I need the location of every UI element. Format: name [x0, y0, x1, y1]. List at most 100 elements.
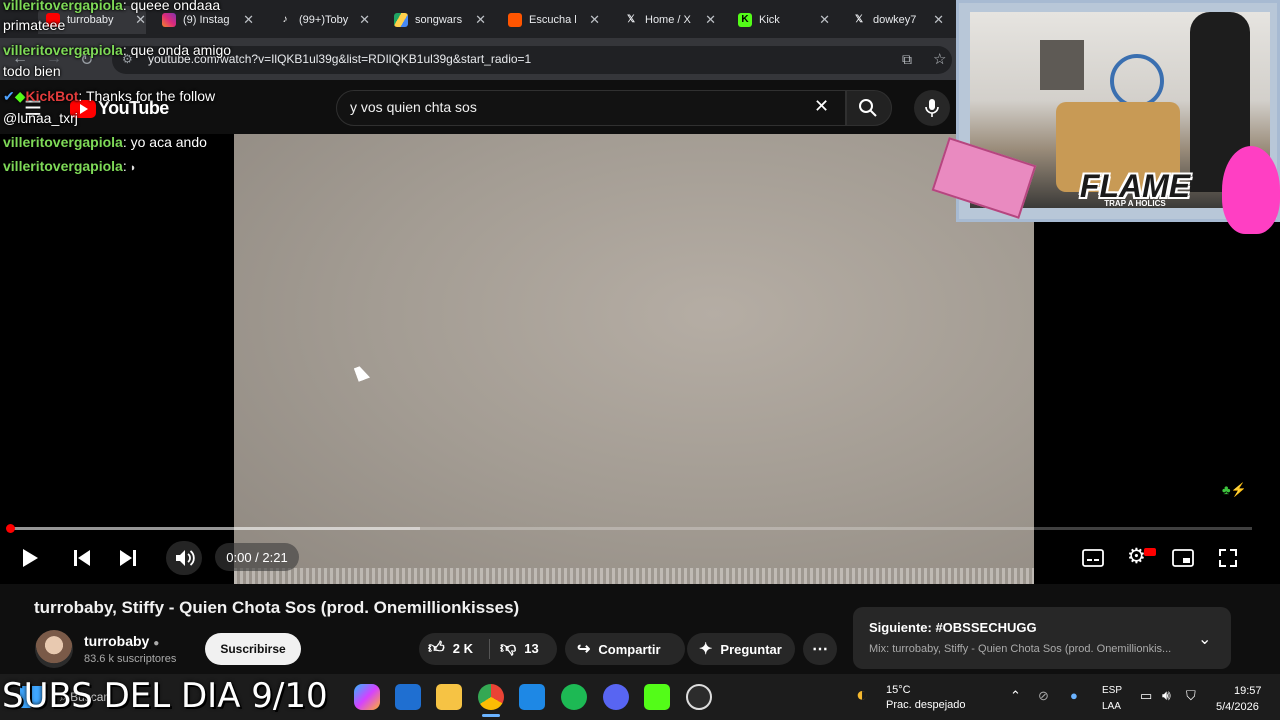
- subscribe-button[interactable]: Suscribirse: [205, 633, 301, 665]
- active-app-indicator: [482, 714, 500, 717]
- buddha-sticker: [1222, 146, 1280, 234]
- close-icon[interactable]: ✕: [359, 12, 370, 28]
- tab-songwars[interactable]: songwars ✕: [394, 6, 486, 34]
- chat-line: @lunaa_txrj: [3, 110, 78, 126]
- copilot-icon[interactable]: [354, 684, 380, 710]
- progress-bar[interactable]: [10, 527, 1252, 530]
- chat-message: : yo aca ando: [122, 134, 207, 150]
- share-label: Compartir: [598, 641, 661, 657]
- network-off-icon[interactable]: ⊘: [1038, 688, 1049, 704]
- battery-shield-icon[interactable]: ⛉: [1186, 688, 1196, 704]
- weather-icon[interactable]: ◐: [856, 684, 868, 707]
- chat-message: @lunaa_txrj: [3, 110, 78, 126]
- kick-app-icon[interactable]: [644, 684, 670, 710]
- tab-label: Home / X: [645, 14, 691, 26]
- outlook-icon[interactable]: [395, 684, 421, 710]
- next-icon[interactable]: [118, 549, 138, 567]
- flame-subtext: TRAP A HOLICS: [1104, 199, 1166, 208]
- chevron-up-icon[interactable]: ⌃: [1010, 688, 1021, 704]
- more-actions-button[interactable]: ⋯: [803, 633, 837, 665]
- settings-icon[interactable]: ⚙: [1127, 544, 1146, 569]
- file-explorer-icon[interactable]: [436, 684, 462, 710]
- tiktok-icon: ♪: [282, 14, 288, 25]
- search-value: y vos quien chta sos: [350, 99, 477, 115]
- tab-label: Escucha l: [529, 14, 577, 26]
- drive-icon: [394, 13, 408, 27]
- tab-soundcloud[interactable]: Escucha l ✕: [508, 6, 600, 34]
- chat-user: villeritovergapiola: [3, 134, 123, 150]
- x-icon: 𝕏: [854, 14, 864, 25]
- verified-icon: ●: [153, 638, 160, 649]
- miniplayer-icon[interactable]: [1172, 549, 1194, 567]
- ask-label: Preguntar: [720, 641, 782, 657]
- buffered-bar: [10, 527, 420, 530]
- fan-shape: [1110, 54, 1164, 108]
- dislike-button[interactable]: 👎︎ 13: [500, 639, 539, 658]
- chat-line: primateee: [3, 17, 65, 33]
- speaker-icon[interactable]: 🔊︎: [1162, 687, 1171, 704]
- chat-line: ✔◆KickBot: Thanks for the follow: [3, 88, 215, 105]
- close-icon[interactable]: ✕: [243, 12, 254, 28]
- tab-label: (99+)Toby: [299, 14, 349, 26]
- video-title: turrobaby, Stiffy - Quien Chota Sos (pro…: [34, 598, 520, 617]
- tab-kick[interactable]: K Kick ✕: [738, 6, 830, 34]
- bookmark-star-icon[interactable]: ☆: [933, 50, 946, 68]
- verified-badge-icon: ✔: [3, 88, 15, 104]
- poster-shape: [1040, 40, 1084, 90]
- channel-name[interactable]: turrobaby ●: [84, 633, 159, 649]
- scrubber-handle[interactable]: [6, 524, 15, 533]
- soundcloud-icon: [508, 13, 522, 27]
- keyboard-layout[interactable]: LAA: [1102, 701, 1121, 712]
- next-up-card[interactable]: [853, 607, 1231, 669]
- video-frame[interactable]: [234, 134, 1034, 584]
- close-icon[interactable]: ✕: [589, 12, 600, 28]
- flame-logo: FLAME TRAP A HOLICS: [1030, 168, 1240, 208]
- share-button[interactable]: ↪ Compartir: [565, 633, 685, 665]
- obs-icon[interactable]: [686, 684, 712, 710]
- chat-message: primateee: [3, 17, 66, 33]
- mic-icon: [925, 99, 939, 117]
- mic-tray-icon[interactable]: ●: [1070, 688, 1078, 703]
- ask-button[interactable]: ✦ Preguntar: [687, 633, 795, 665]
- channel-avatar[interactable]: [35, 630, 73, 668]
- chat-message: todo bien: [3, 63, 61, 79]
- chat-user: villeritovergapiola: [3, 158, 123, 174]
- thumbs-up-icon: 👍︎: [428, 640, 445, 657]
- tab-x-home[interactable]: 𝕏 Home / X ✕: [624, 6, 716, 34]
- subtitles-icon[interactable]: [1082, 549, 1104, 567]
- play-icon[interactable]: [20, 547, 40, 569]
- microsoft-store-icon[interactable]: [519, 684, 545, 710]
- clear-search-icon[interactable]: ✕: [814, 96, 829, 117]
- next-subtitle: Mix: turrobaby, Stiffy - Quien Chota Sos…: [869, 643, 1172, 655]
- clock-time[interactable]: 19:57: [1234, 685, 1262, 697]
- chevron-down-icon[interactable]: ⌄: [1198, 629, 1211, 649]
- like-count: 2 K: [452, 641, 473, 656]
- hd-badge: [1144, 548, 1156, 556]
- discord-icon[interactable]: [603, 684, 629, 710]
- chrome-icon[interactable]: [478, 684, 504, 710]
- close-icon[interactable]: ✕: [933, 12, 944, 28]
- close-icon[interactable]: ✕: [705, 12, 716, 28]
- clock-date[interactable]: 5/4/2026: [1216, 701, 1259, 713]
- language-code[interactable]: ESP: [1102, 685, 1122, 696]
- display-icon[interactable]: ▭: [1140, 688, 1152, 704]
- spotify-icon[interactable]: [561, 684, 587, 710]
- next-title: Siguiente: #OBSSECHUGG: [869, 620, 1037, 635]
- tab-label: dowkey7: [873, 14, 917, 26]
- dislike-count: 13: [524, 641, 539, 656]
- tab-tiktok[interactable]: ♪ (99+)Toby ✕: [278, 6, 371, 34]
- install-app-icon[interactable]: ⧉: [902, 51, 912, 68]
- channel-name-text: turrobaby: [84, 633, 150, 649]
- close-icon[interactable]: ✕: [819, 12, 830, 28]
- search-icon: [859, 99, 877, 117]
- instagram-icon: [162, 13, 176, 27]
- chat-user: villeritovergapiola: [3, 0, 123, 13]
- close-icon[interactable]: ✕: [135, 12, 146, 28]
- volume-icon: [176, 550, 195, 566]
- fullscreen-icon[interactable]: [1218, 548, 1238, 568]
- like-button[interactable]: 👍︎ 2 K: [428, 639, 473, 658]
- close-icon[interactable]: ✕: [475, 12, 486, 28]
- tab-label: turrobaby: [67, 14, 114, 26]
- previous-icon[interactable]: [72, 549, 92, 567]
- tab-dowkey[interactable]: 𝕏 dowkey7 ✕: [852, 6, 944, 34]
